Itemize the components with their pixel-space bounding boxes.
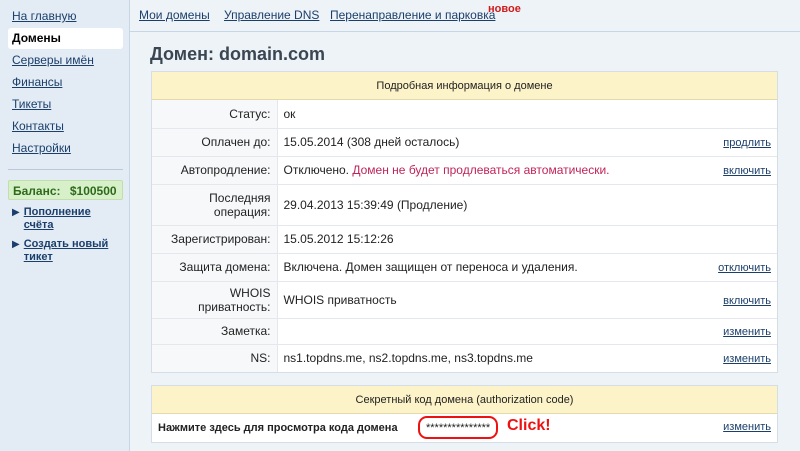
arrow-right-icon: ▶ bbox=[12, 207, 20, 218]
page-title: Домен: domain.com bbox=[150, 44, 326, 64]
panel-header: Секретный код домена (authorization code… bbox=[152, 386, 777, 414]
table-row: Заметка: изменить bbox=[152, 317, 777, 344]
row-value-protection: Включена. Домен защищен от переноса и уд… bbox=[277, 252, 697, 281]
sidebar-item-nameservers[interactable]: Серверы имён bbox=[8, 50, 123, 71]
auth-code-row: Нажмите здесь для просмотра кода домена … bbox=[152, 414, 777, 442]
table-row: Оплачен до: 15.05.2014 (308 дней осталос… bbox=[152, 127, 777, 156]
new-badge: новое bbox=[488, 3, 521, 15]
auth-code-reveal-button[interactable]: *************** bbox=[418, 416, 499, 439]
auth-code-label: Нажмите здесь для просмотра кода домена bbox=[158, 422, 398, 434]
row-label-protection: Защита домена: bbox=[152, 252, 278, 281]
renew-link[interactable]: продлить bbox=[723, 137, 771, 149]
table-row: NS: ns1.topdns.me, ns2.topdns.me, ns3.to… bbox=[152, 343, 777, 372]
topup-link[interactable]: Пополнение счёта bbox=[24, 206, 123, 232]
arrow-right-icon: ▶ bbox=[12, 239, 20, 250]
sidebar-item-domains[interactable]: Домены bbox=[8, 28, 123, 49]
new-ticket-link[interactable]: Создать новый тикет bbox=[24, 238, 123, 264]
row-label-ns: NS: bbox=[152, 343, 278, 372]
edit-ns-link[interactable]: изменить bbox=[723, 353, 771, 365]
sidebar-divider bbox=[8, 169, 123, 170]
row-action-cell bbox=[697, 100, 777, 128]
row-value-ns: ns1.topdns.me, ns2.topdns.me, ns3.topdns… bbox=[277, 343, 697, 372]
sidebar-item-home[interactable]: На главную bbox=[8, 6, 123, 27]
main-content: Домен: domain.com Подробная информация о… bbox=[130, 32, 800, 451]
enable-whois-privacy-link[interactable]: включить bbox=[723, 295, 771, 307]
row-value-registered: 15.05.2012 15:12:26 bbox=[277, 224, 697, 253]
sidebar-item-tickets[interactable]: Тикеты bbox=[8, 94, 123, 115]
balance-label: Баланс: bbox=[13, 184, 61, 198]
top-navigation: Мои домены Управление DNS Перенаправлени… bbox=[130, 0, 800, 32]
row-label-autorenew: Автопродление: bbox=[152, 155, 278, 184]
row-label-last-operation: Последняя операция: bbox=[152, 183, 278, 225]
table-row: WHOIS приватность: WHOIS приватность вкл… bbox=[152, 280, 777, 318]
row-label-whois: WHOIS приватность: bbox=[152, 280, 278, 318]
row-value-status: ок bbox=[283, 106, 296, 121]
autorenew-status: Отключено. bbox=[283, 163, 350, 177]
table-row: Статус: ок bbox=[152, 100, 777, 128]
enable-autorenew-link[interactable]: включить bbox=[723, 165, 771, 177]
panel-header: Подробная информация о домене bbox=[152, 72, 777, 100]
sidebar-item-contacts[interactable]: Контакты bbox=[8, 116, 123, 137]
domain-info-table: Статус: ок Оплачен до: 15.05.2014 (308 д… bbox=[152, 100, 777, 372]
row-label-registered: Зарегистрирован: bbox=[152, 224, 278, 253]
new-ticket-action[interactable]: ▶ Создать новый тикет bbox=[12, 238, 123, 264]
sidebar: На главную Домены Серверы имён Финансы Т… bbox=[0, 0, 130, 451]
row-value-autorenew: Отключено. Домен не будет продлеваться а… bbox=[277, 155, 697, 184]
table-row: Зарегистрирован: 15.05.2012 15:12:26 bbox=[152, 224, 777, 253]
row-label-paid-until: Оплачен до: bbox=[152, 127, 278, 156]
balance-badge: Баланс: $100500 bbox=[8, 180, 123, 200]
table-row: Последняя операция: 29.04.2013 15:39:49 … bbox=[152, 183, 777, 225]
row-value-paid-until: 15.05.2014 (308 дней осталось) bbox=[277, 127, 697, 156]
domain-info-panel: Подробная информация о домене Статус: ок… bbox=[151, 71, 778, 373]
edit-auth-code-link[interactable]: изменить bbox=[723, 421, 771, 433]
row-label-status: Статус: bbox=[152, 100, 278, 128]
tab-redirect-parking[interactable]: Перенаправление и парковка bbox=[330, 8, 495, 22]
row-value-whois: WHOIS приватность bbox=[277, 280, 697, 318]
autorenew-warning: Домен не будет продлеваться автоматическ… bbox=[352, 163, 610, 177]
sidebar-item-settings[interactable]: Настройки bbox=[8, 138, 123, 159]
edit-note-link[interactable]: изменить bbox=[723, 326, 771, 338]
disable-protection-link[interactable]: отключить bbox=[718, 262, 771, 274]
balance-value: $100500 bbox=[69, 184, 117, 198]
topup-action[interactable]: ▶ Пополнение счёта bbox=[12, 206, 123, 232]
table-row: Автопродление: Отключено. Домен не будет… bbox=[152, 155, 777, 184]
table-row: Защита домена: Включена. Домен защищен о… bbox=[152, 252, 777, 281]
click-annotation: Click! bbox=[507, 417, 551, 434]
sidebar-item-finances[interactable]: Финансы bbox=[8, 72, 123, 93]
row-value-note bbox=[277, 317, 697, 344]
tab-my-domains[interactable]: Мои домены bbox=[139, 8, 210, 22]
auth-code-panel: Секретный код домена (authorization code… bbox=[151, 385, 778, 443]
row-label-note: Заметка: bbox=[152, 317, 278, 344]
row-value-last-operation: 29.04.2013 15:39:49 (Продление) bbox=[277, 183, 697, 225]
tab-dns-management[interactable]: Управление DNS bbox=[224, 8, 319, 22]
